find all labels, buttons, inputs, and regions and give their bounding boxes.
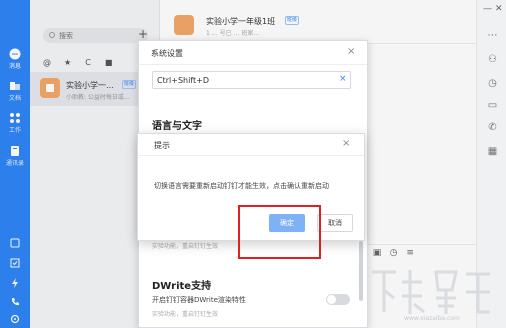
settings-header: 系统设置 × xyxy=(139,41,367,65)
hotkey-input[interactable] xyxy=(157,74,327,87)
cancel-button[interactable]: 取消 xyxy=(317,214,353,232)
close-icon[interactable]: × xyxy=(347,46,355,57)
clear-icon[interactable]: × xyxy=(339,74,347,84)
highlight-box xyxy=(238,205,321,259)
svg-text:www.xiazaiba.com: www.xiazaiba.com xyxy=(404,315,460,322)
prompt-message: 切换语言需要重新启动钉钉才能生效，点击确认重新启动 xyxy=(154,182,329,190)
prompt-title: 提示 xyxy=(154,141,170,150)
dwrite-option-label: 开启钉钉容器DWrite渲染特性 xyxy=(152,296,246,304)
hotkey-field[interactable]: × xyxy=(152,71,351,89)
prompt-header: 提示 × xyxy=(138,134,364,156)
dwrite-note: 实验功能，重启钉钉生效 xyxy=(152,311,219,318)
dwrite-toggle[interactable] xyxy=(326,294,350,305)
settings-scrollbar[interactable] xyxy=(359,241,363,301)
close-icon[interactable]: × xyxy=(342,138,350,149)
settings-title: 系统设置 xyxy=(151,49,183,58)
dwrite-section-title: DWrite支持 xyxy=(152,281,212,292)
watermark-logo: www.xiazaiba.com xyxy=(372,270,490,322)
language-section-title: 语言与文字 xyxy=(152,121,202,132)
restart-note: 实验功能，重启钉钉生效 xyxy=(152,243,219,250)
